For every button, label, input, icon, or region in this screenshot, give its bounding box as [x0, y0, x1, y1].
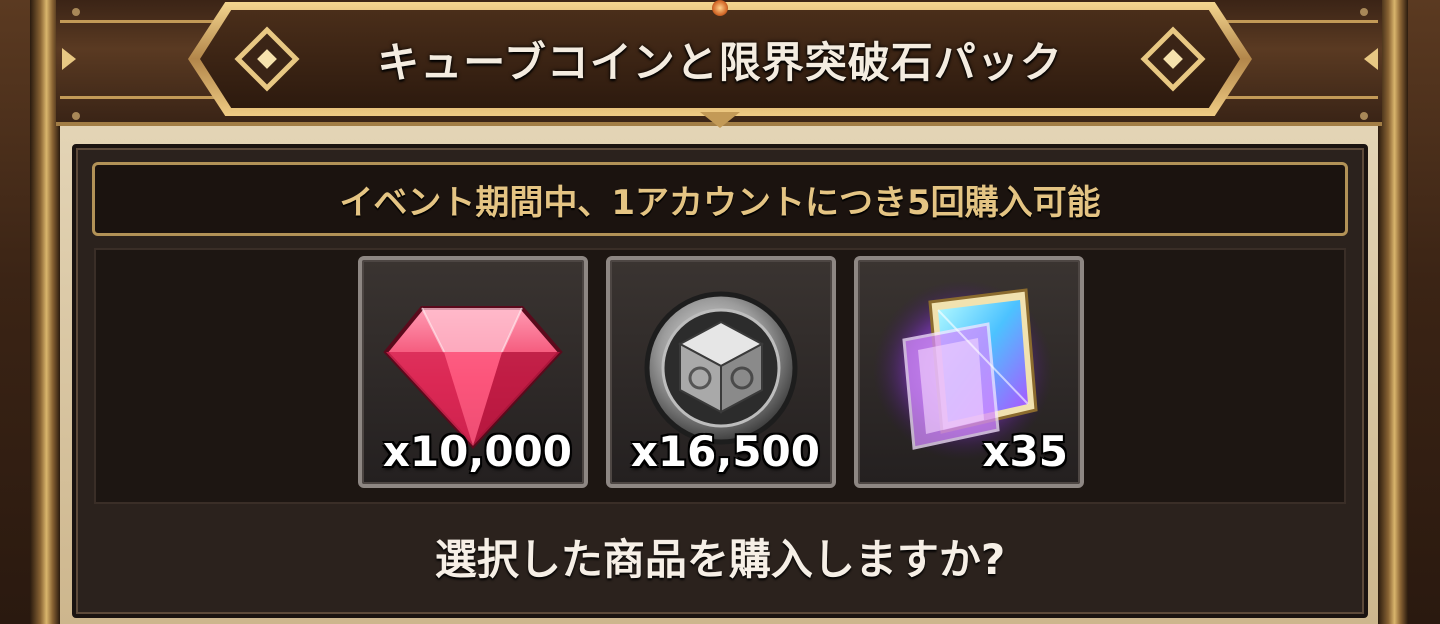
purchase-limit-notice: イベント期間中、1アカウントにつき5回購入可能 [92, 162, 1348, 236]
dialog-title: キューブコインと限界突破石パック [377, 37, 1063, 87]
stud-ornament [1360, 112, 1368, 120]
item-slot-cube-coin[interactable]: x16,500 [606, 256, 836, 488]
item-slot-ruby[interactable]: x10,000 [358, 256, 588, 488]
item-quantity: x16,500 [630, 427, 820, 476]
item-quantity: x10,000 [382, 427, 572, 476]
purchase-confirm-question: 選択した商品を購入しますか? [434, 534, 1006, 584]
stud-ornament [1360, 8, 1368, 16]
right-frame-pillar [1378, 0, 1408, 624]
item-quantity: x35 [982, 427, 1068, 476]
item-slot-limit-break-stone[interactable]: x35 [854, 256, 1084, 488]
stud-ornament [72, 8, 80, 16]
stud-ornament [72, 112, 80, 120]
